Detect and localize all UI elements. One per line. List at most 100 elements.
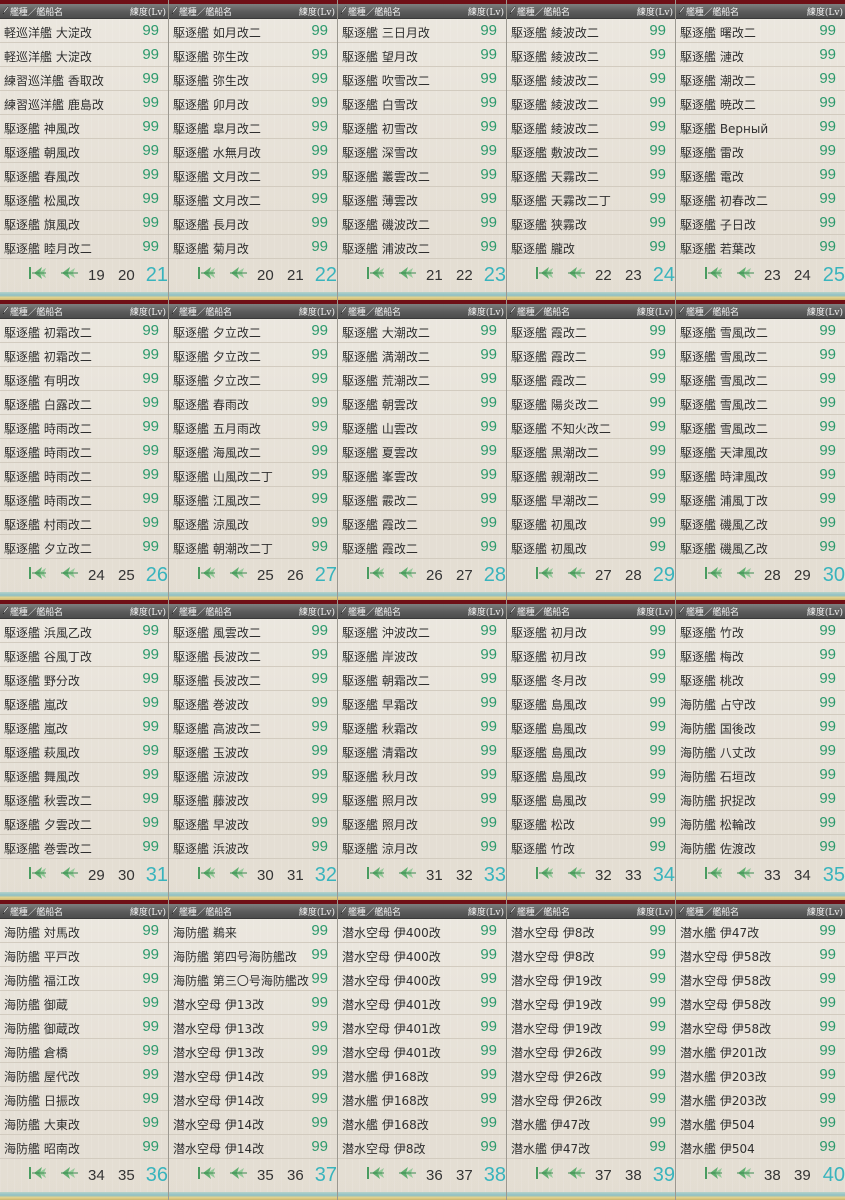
ship-row[interactable]: 駆逐艦 長月改 99 [169,211,337,235]
ship-row[interactable]: 海防艦 対馬改 99 [0,919,168,943]
ship-row[interactable]: 駆逐艦 潮改二 99 [676,67,845,91]
ship-row[interactable]: 駆逐艦 霞改二 99 [507,367,675,391]
first-page-icon[interactable] [533,864,555,882]
ship-row[interactable]: 駆逐艦 松風改 99 [0,187,168,211]
ship-row[interactable]: 練習巡洋艦 香取改 99 [0,67,168,91]
ship-row[interactable]: 駆逐艦 磯風乙改 99 [676,511,845,535]
ship-row[interactable]: 潜水空母 伊58改 99 [676,991,845,1015]
page-number[interactable]: 36 [426,1167,443,1184]
ship-row[interactable]: 潜水空母 伊13改 99 [169,991,337,1015]
page-number[interactable]: 27 [456,567,473,584]
first-page-icon[interactable] [364,1164,386,1182]
ship-row[interactable]: 駆逐艦 磯風乙改 99 [676,535,845,559]
ship-row[interactable]: 駆逐艦 初霜改二 99 [0,319,168,343]
ship-row[interactable]: 潜水空母 伊14改 99 [169,1135,337,1159]
ship-row[interactable]: 潜水空母 伊8改 99 [507,943,675,967]
ship-row[interactable]: 潜水艦 伊168改 99 [338,1111,506,1135]
first-page-icon[interactable] [533,1164,555,1182]
ship-row[interactable]: 駆逐艦 弥生改 99 [169,67,337,91]
ship-row[interactable]: 駆逐艦 長波改二 99 [169,643,337,667]
ship-row[interactable]: 海防艦 第三〇号海防艦改 99 [169,967,337,991]
ship-row[interactable]: 駆逐艦 雪風改二 99 [676,391,845,415]
prev-page-icon[interactable] [396,864,418,882]
first-page-icon[interactable] [533,564,555,582]
ship-row[interactable]: 駆逐艦 陽炎改二 99 [507,391,675,415]
ship-row[interactable]: 潜水空母 伊58改 99 [676,943,845,967]
ship-row[interactable]: 駆逐艦 綾波改二 99 [507,91,675,115]
page-number[interactable]: 19 [88,267,105,284]
ship-row[interactable]: 駆逐艦 雪風改二 99 [676,319,845,343]
ship-row[interactable]: 潜水空母 伊26改 99 [507,1087,675,1111]
ship-row[interactable]: 駆逐艦 浜風乙改 99 [0,619,168,643]
ship-row[interactable]: 駆逐艦 夕立改二 99 [169,367,337,391]
prev-page-icon[interactable] [734,264,756,282]
header-name-col[interactable]: 艦種／艦船名 [517,305,570,318]
ship-row[interactable]: 潜水艦 伊168改 99 [338,1063,506,1087]
ship-row[interactable]: 潜水空母 伊19改 99 [507,967,675,991]
ship-row[interactable]: 駆逐艦 雪風改二 99 [676,343,845,367]
ship-row[interactable]: 駆逐艦 早波改 99 [169,811,337,835]
ship-row[interactable]: 潜水艦 伊504 99 [676,1135,845,1159]
ship-row[interactable]: 駆逐艦 玉波改 99 [169,739,337,763]
ship-row[interactable]: 駆逐艦 早霜改 99 [338,691,506,715]
ship-row[interactable]: 潜水艦 伊47改 99 [507,1135,675,1159]
ship-row[interactable]: 駆逐艦 磯波改二 99 [338,211,506,235]
header-name-col[interactable]: 艦種／艦船名 [517,5,570,18]
page-number[interactable]: 30 [257,867,274,884]
ship-row[interactable]: 駆逐艦 桃改 99 [676,667,845,691]
ship-row[interactable]: 駆逐艦 初風改 99 [507,535,675,559]
ship-row[interactable]: 駆逐艦 巻雲改二 99 [0,835,168,859]
ship-row[interactable]: 駆逐艦 霞改二 99 [338,511,506,535]
header-name-col[interactable]: 艦種／艦船名 [348,5,401,18]
ship-row[interactable]: 海防艦 日振改 99 [0,1087,168,1111]
prev-page-icon[interactable] [227,564,249,582]
prev-page-icon[interactable] [227,864,249,882]
ship-row[interactable]: 駆逐艦 Верный 99 [676,115,845,139]
header-name-col[interactable]: 艦種／艦船名 [686,305,739,318]
ship-row[interactable]: 海防艦 平戸改 99 [0,943,168,967]
ship-row[interactable]: 駆逐艦 時津風改 99 [676,463,845,487]
ship-row[interactable]: 駆逐艦 電改 99 [676,163,845,187]
header-level-col[interactable]: 練度(Lv) [637,305,673,318]
ship-row[interactable]: 駆逐艦 如月改二 99 [169,19,337,43]
header-name-col[interactable]: 艦種／艦船名 [10,5,63,18]
ship-row[interactable]: 潜水空母 伊58改 99 [676,967,845,991]
ship-row[interactable]: 潜水空母 伊401改 99 [338,991,506,1015]
page-number[interactable]: 31 [287,867,304,884]
ship-row[interactable]: 潜水空母 伊26改 99 [507,1039,675,1063]
ship-row[interactable]: 海防艦 占守改 99 [676,691,845,715]
page-number[interactable]: 34 [794,867,811,884]
ship-row[interactable]: 駆逐艦 神風改 99 [0,115,168,139]
ship-row[interactable]: 潜水空母 伊13改 99 [169,1015,337,1039]
prev-page-icon[interactable] [396,564,418,582]
ship-row[interactable]: 潜水空母 伊19改 99 [507,991,675,1015]
ship-row[interactable]: 駆逐艦 狭霧改 99 [507,211,675,235]
ship-row[interactable]: 海防艦 鵜来 99 [169,919,337,943]
page-number[interactable]: 30 [118,867,135,884]
ship-row[interactable]: 潜水空母 伊19改 99 [507,1015,675,1039]
ship-row[interactable]: 駆逐艦 嵐改 99 [0,715,168,739]
ship-row[interactable]: 潜水空母 伊13改 99 [169,1039,337,1063]
ship-row[interactable]: 駆逐艦 嵐改 99 [0,691,168,715]
page-number[interactable]: 20 [257,267,274,284]
first-page-icon[interactable] [195,264,217,282]
prev-page-icon[interactable] [565,864,587,882]
ship-row[interactable]: 駆逐艦 大潮改二 99 [338,319,506,343]
prev-page-icon[interactable] [565,264,587,282]
first-page-icon[interactable] [195,864,217,882]
ship-row[interactable]: 駆逐艦 雷改 99 [676,139,845,163]
page-number[interactable]: 34 [88,1167,105,1184]
header-level-col[interactable]: 練度(Lv) [807,605,843,618]
ship-row[interactable]: 駆逐艦 浜波改 99 [169,835,337,859]
prev-page-icon[interactable] [734,564,756,582]
ship-row[interactable]: 駆逐艦 早潮改二 99 [507,487,675,511]
header-level-col[interactable]: 練度(Lv) [468,605,504,618]
header-name-col[interactable]: 艦種／艦船名 [517,605,570,618]
page-number[interactable]: 35 [257,1167,274,1184]
page-number[interactable]: 20 [118,267,135,284]
first-page-icon[interactable] [533,264,555,282]
ship-row[interactable]: 駆逐艦 雪風改二 99 [676,415,845,439]
first-page-icon[interactable] [702,1164,724,1182]
ship-row[interactable]: 駆逐艦 島風改 99 [507,715,675,739]
header-name-col[interactable]: 艦種／艦船名 [517,905,570,918]
